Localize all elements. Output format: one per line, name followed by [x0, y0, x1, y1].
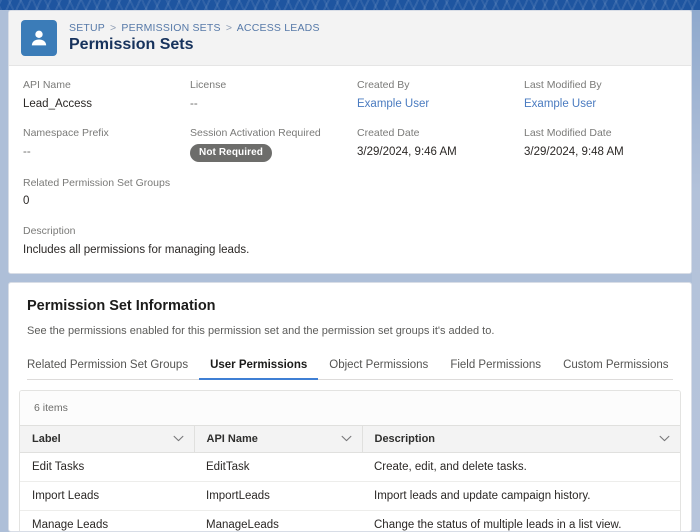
cell-api-name: EditTask: [194, 452, 362, 481]
table-header: Label API Name: [20, 425, 680, 452]
page-title: Permission Sets: [69, 35, 320, 54]
item-count-label: 6 items: [20, 391, 680, 425]
permissions-list-container: 6 items Label: [19, 390, 681, 531]
breadcrumb: SETUP > PERMISSION SETS > ACCESS LEADS: [69, 22, 320, 34]
permissions-table: Label API Name: [20, 425, 680, 531]
record-header: SETUP > PERMISSION SETS > ACCESS LEADS P…: [9, 11, 691, 66]
field-value-related-groups: 0: [23, 193, 343, 210]
column-header-label[interactable]: Label: [20, 425, 194, 452]
cell-description: Change the status of multiple leads in a…: [362, 510, 680, 531]
tab-user-permissions[interactable]: User Permissions: [199, 354, 318, 380]
section-subtitle: See the permissions enabled for this per…: [27, 324, 673, 339]
cell-api-name: ImportLeads: [194, 481, 362, 510]
page-content: SETUP > PERMISSION SETS > ACCESS LEADS P…: [8, 10, 692, 532]
column-header-description[interactable]: Description: [362, 425, 680, 452]
tab-custom-permissions[interactable]: Custom Permissions: [552, 354, 679, 380]
section-title: Permission Set Information: [27, 297, 673, 316]
field-label: Last Modified Date: [524, 126, 677, 142]
cell-api-name: ManageLeads: [194, 510, 362, 531]
field-value-license: --: [190, 96, 343, 113]
field-label: API Name: [23, 78, 176, 94]
tab-object-permissions[interactable]: Object Permissions: [318, 354, 439, 380]
tab-bar: Related Permission Set Groups User Permi…: [27, 354, 673, 380]
field-last-modified-date: Last Modified Date 3/29/2024, 9:48 AM: [524, 126, 677, 175]
field-created-date: Created Date 3/29/2024, 9:46 AM: [357, 126, 510, 175]
field-value-session-activation: Not Required: [190, 144, 343, 162]
field-namespace-prefix: Namespace Prefix --: [23, 126, 176, 175]
field-value-last-modified-by-link[interactable]: Example User: [524, 96, 677, 113]
field-value-created-by-link[interactable]: Example User: [357, 96, 510, 113]
grid-spacer: [357, 176, 510, 224]
field-created-by: Created By Example User: [357, 78, 510, 126]
cell-label: Edit Tasks: [20, 452, 194, 481]
field-value-namespace-prefix: --: [23, 144, 176, 161]
record-header-text: SETUP > PERMISSION SETS > ACCESS LEADS P…: [69, 22, 320, 54]
tab-field-permissions[interactable]: Field Permissions: [439, 354, 552, 380]
field-label: Description: [23, 224, 343, 240]
field-description: Description Includes all permissions for…: [23, 224, 343, 258]
field-license: License --: [190, 78, 343, 126]
field-label: Related Permission Set Groups: [23, 176, 343, 192]
table-row[interactable]: Import Leads ImportLeads Import leads an…: [20, 481, 680, 510]
record-header-card: SETUP > PERMISSION SETS > ACCESS LEADS P…: [8, 10, 692, 274]
breadcrumb-separator: >: [110, 22, 116, 34]
table-row[interactable]: Edit Tasks EditTask Create, edit, and de…: [20, 452, 680, 481]
column-header-text: API Name: [207, 433, 258, 445]
status-badge: Not Required: [190, 144, 272, 162]
field-label: Session Activation Required: [190, 126, 343, 142]
chevron-down-icon[interactable]: [341, 435, 352, 442]
field-session-activation-required: Session Activation Required Not Required: [190, 126, 343, 175]
table-row[interactable]: Manage Leads ManageLeads Change the stat…: [20, 510, 680, 531]
field-label: Namespace Prefix: [23, 126, 176, 142]
column-header-text: Label: [32, 433, 61, 445]
column-header-text: Description: [375, 433, 436, 445]
breadcrumb-item-setup[interactable]: SETUP: [69, 22, 105, 34]
cell-label: Import Leads: [20, 481, 194, 510]
table-body: Edit Tasks EditTask Create, edit, and de…: [20, 452, 680, 531]
field-value-created-date: 3/29/2024, 9:46 AM: [357, 144, 510, 161]
tab-related-permission-set-groups[interactable]: Related Permission Set Groups: [27, 354, 199, 380]
permission-set-information-card: Permission Set Information See the permi…: [8, 282, 692, 532]
chevron-down-icon[interactable]: [659, 435, 670, 442]
column-header-api-name[interactable]: API Name: [194, 425, 362, 452]
field-related-permission-set-groups: Related Permission Set Groups 0: [23, 176, 343, 224]
field-label: Created Date: [357, 126, 510, 142]
field-api-name: API Name Lead_Access: [23, 78, 176, 126]
cell-description: Create, edit, and delete tasks.: [362, 452, 680, 481]
field-value-last-modified-date: 3/29/2024, 9:48 AM: [524, 144, 677, 161]
grid-spacer: [524, 176, 677, 224]
field-label: Created By: [357, 78, 510, 94]
page-scrollbar[interactable]: [692, 10, 700, 532]
record-detail-grid: API Name Lead_Access License -- Created …: [23, 78, 677, 259]
field-value-description: Includes all permissions for managing le…: [23, 242, 343, 259]
cell-description: Import leads and update campaign history…: [362, 481, 680, 510]
window-top-banner: [0, 0, 700, 10]
table-header-row: Label API Name: [20, 425, 680, 452]
record-detail-body: API Name Lead_Access License -- Created …: [9, 66, 691, 273]
breadcrumb-item-permission-sets[interactable]: PERMISSION SETS: [121, 22, 220, 34]
field-last-modified-by: Last Modified By Example User: [524, 78, 677, 126]
field-value-api-name: Lead_Access: [23, 96, 176, 113]
app-window: SETUP > PERMISSION SETS > ACCESS LEADS P…: [0, 0, 700, 532]
cell-label: Manage Leads: [20, 510, 194, 531]
field-label: Last Modified By: [524, 78, 677, 94]
field-label: License: [190, 78, 343, 94]
info-card-header: Permission Set Information See the permi…: [9, 283, 691, 340]
chevron-down-icon[interactable]: [173, 435, 184, 442]
breadcrumb-separator: >: [226, 22, 232, 34]
breadcrumb-item-access-leads[interactable]: ACCESS LEADS: [237, 22, 320, 34]
user-avatar-icon: [21, 20, 57, 56]
